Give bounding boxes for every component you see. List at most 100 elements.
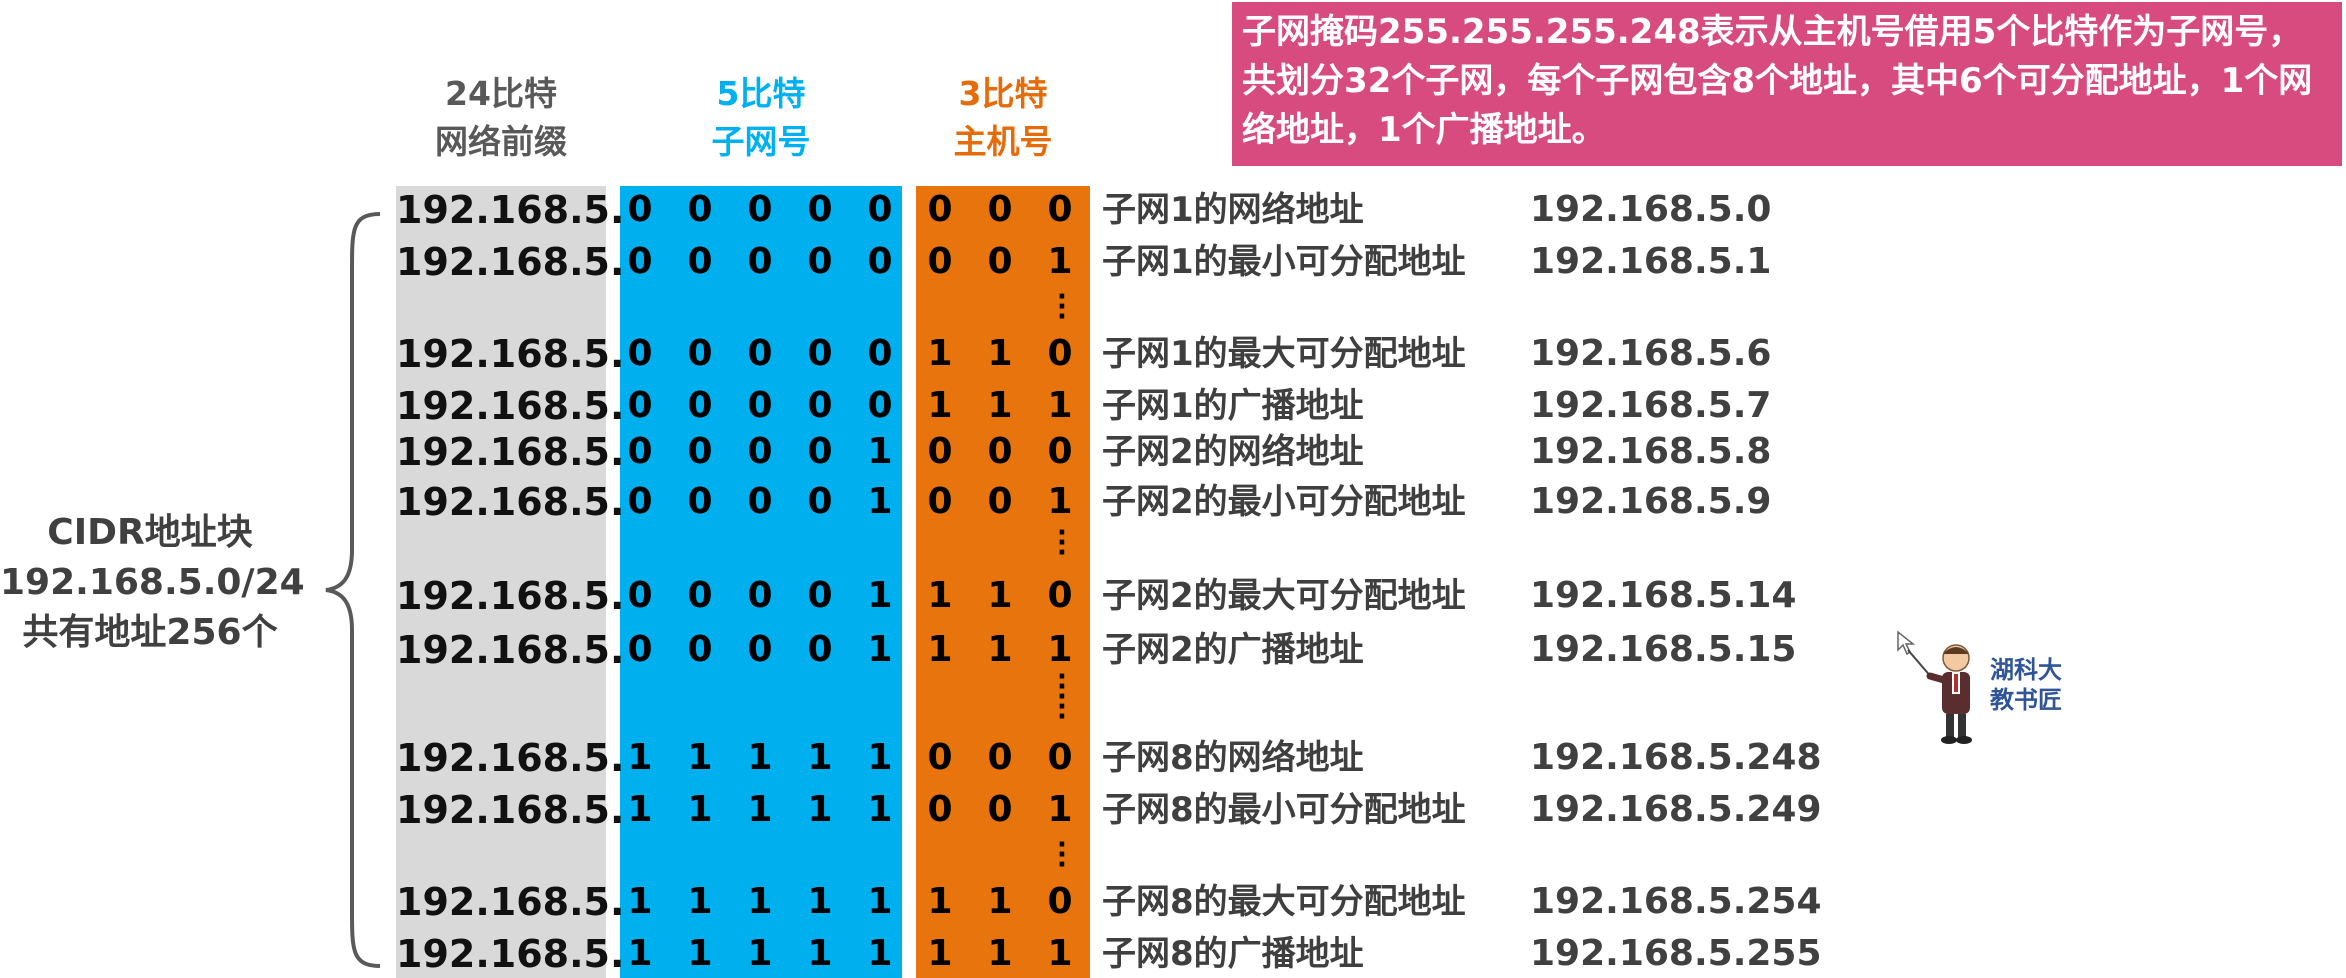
address-description: 子网8的最大可分配地址 bbox=[1102, 882, 1466, 922]
host-bit: 0 bbox=[927, 481, 953, 522]
ip-address: 192.168.5.9 bbox=[1530, 481, 1772, 522]
host-bit: 0 bbox=[1047, 737, 1073, 778]
subnet-bit: 0 bbox=[687, 241, 713, 282]
ip-address: 192.168.5.6 bbox=[1530, 333, 1772, 374]
subnet-bit: 1 bbox=[687, 737, 713, 778]
subnet-bit: 1 bbox=[687, 789, 713, 830]
network-prefix: 192.168.5. bbox=[396, 384, 625, 428]
address-row: 192.168.5. 0 0 0 0 0 1 1 0 子网1的最大可分配地址 192.168.5.6 bbox=[0, 330, 2346, 378]
host-bit: 0 bbox=[987, 737, 1013, 778]
subnet-bit: 0 bbox=[687, 629, 713, 670]
subnet-bit: 0 bbox=[627, 333, 653, 374]
ip-address: 192.168.5.249 bbox=[1530, 789, 1822, 830]
subnet-bit: 1 bbox=[867, 789, 893, 830]
subnet-bit: 1 bbox=[807, 789, 833, 830]
subnet-bit: 0 bbox=[627, 431, 653, 472]
subnet-bit: 0 bbox=[807, 189, 833, 230]
ip-address: 192.168.5.255 bbox=[1530, 933, 1822, 974]
host-bit: 0 bbox=[1047, 575, 1073, 616]
subnet-bit: 0 bbox=[627, 241, 653, 282]
network-prefix: 192.168.5. bbox=[396, 240, 625, 284]
subnet-bit: 1 bbox=[867, 575, 893, 616]
host-bit: 1 bbox=[1047, 789, 1073, 830]
ip-address: 192.168.5.14 bbox=[1530, 575, 1797, 616]
subnet-bit: 0 bbox=[687, 575, 713, 616]
prefix-header-label: 网络前缀 bbox=[435, 122, 567, 161]
subnet-bit: 1 bbox=[687, 933, 713, 974]
network-prefix: 192.168.5. bbox=[396, 880, 625, 924]
subnet-bit: 1 bbox=[807, 933, 833, 974]
subnet-bit: 0 bbox=[867, 385, 893, 426]
address-description: 子网2的网络地址 bbox=[1102, 432, 1364, 472]
host-bit: 0 bbox=[1047, 431, 1073, 472]
address-description: 子网8的广播地址 bbox=[1102, 934, 1364, 974]
subnet-mask-note: 子网掩码255.255.255.248表示从主机号借用5个比特作为子网号，共划分… bbox=[1232, 2, 2342, 166]
network-prefix: 192.168.5. bbox=[396, 430, 625, 474]
host-bit: 1 bbox=[987, 881, 1013, 922]
subnet-bit: 0 bbox=[747, 241, 773, 282]
address-description: 子网8的最小可分配地址 bbox=[1102, 790, 1466, 830]
host-bit: 1 bbox=[927, 629, 953, 670]
host-bit: 0 bbox=[987, 481, 1013, 522]
ip-address: 192.168.5.0 bbox=[1530, 189, 1772, 230]
prefix-header-bits: 24比特 bbox=[445, 74, 557, 113]
host-bit: 0 bbox=[927, 431, 953, 472]
subnet-bit: 0 bbox=[627, 385, 653, 426]
host-bit: 0 bbox=[1047, 189, 1073, 230]
address-description: 子网1的网络地址 bbox=[1102, 190, 1364, 230]
subnet-bit: 1 bbox=[627, 737, 653, 778]
address-row: 192.168.5. 0 0 0 0 1 1 1 0 子网2的最大可分配地址 192.168.5.1… bbox=[0, 572, 2346, 620]
subnet-bit: 0 bbox=[747, 575, 773, 616]
host-bit: 1 bbox=[1047, 933, 1073, 974]
subnet-bit: 0 bbox=[807, 333, 833, 374]
subnet-bit: 1 bbox=[807, 881, 833, 922]
subnet-bit: 0 bbox=[627, 481, 653, 522]
subnet-bit: 1 bbox=[747, 789, 773, 830]
host-bit: 1 bbox=[987, 933, 1013, 974]
address-description: 子网2的最小可分配地址 bbox=[1102, 482, 1466, 522]
subnet-bit: 0 bbox=[747, 385, 773, 426]
subnet-bit: 1 bbox=[867, 481, 893, 522]
network-prefix: 192.168.5. bbox=[396, 736, 625, 780]
subnet-bit: 1 bbox=[687, 881, 713, 922]
ip-address: 192.168.5.1 bbox=[1530, 241, 1772, 282]
address-description: 子网2的广播地址 bbox=[1102, 630, 1364, 670]
ip-address: 192.168.5.248 bbox=[1530, 737, 1822, 778]
network-prefix: 192.168.5. bbox=[396, 628, 625, 672]
subnet-bit: 0 bbox=[747, 189, 773, 230]
logo-line-2: 教书匠 bbox=[1990, 686, 2062, 714]
address-description: 子网1的最小可分配地址 bbox=[1102, 242, 1466, 282]
subnet-bit: 0 bbox=[747, 431, 773, 472]
channel-logo: 湖科大 教书匠 bbox=[1990, 655, 2062, 715]
subnet-bit: 0 bbox=[687, 481, 713, 522]
host-bit: 1 bbox=[1047, 385, 1073, 426]
subnet-bit: 0 bbox=[867, 241, 893, 282]
subnet-header-label: 子网号 bbox=[711, 122, 811, 161]
host-bit: 1 bbox=[987, 333, 1013, 374]
host-bit: 1 bbox=[927, 333, 953, 374]
host-bit: 0 bbox=[1047, 333, 1073, 374]
subnet-bit: 1 bbox=[807, 737, 833, 778]
host-bit: 0 bbox=[987, 189, 1013, 230]
subnet-bit: 0 bbox=[747, 629, 773, 670]
host-header-bits: 3比特 bbox=[958, 74, 1048, 113]
host-bit: 0 bbox=[927, 189, 953, 230]
address-row: 192.168.5. 1 1 1 1 1 1 1 1 子网8的广播地址 192.168.5.255 bbox=[0, 930, 2346, 978]
subnet-bit: 1 bbox=[747, 737, 773, 778]
host-bit: 1 bbox=[927, 881, 953, 922]
subnet-header-bits: 5比特 bbox=[716, 74, 806, 113]
ip-address: 192.168.5.254 bbox=[1530, 881, 1822, 922]
host-bit: 0 bbox=[927, 789, 953, 830]
address-row: 192.168.5. 0 0 0 0 1 0 0 0 子网2的网络地址 192.168.5.8 bbox=[0, 428, 2346, 476]
subnet-bit: 0 bbox=[747, 481, 773, 522]
subnet-bit: 0 bbox=[687, 189, 713, 230]
subnet-bit: 0 bbox=[807, 575, 833, 616]
host-bit: 1 bbox=[927, 385, 953, 426]
prefix-header: 24比特 网络前缀 bbox=[396, 70, 606, 166]
host-bit: 1 bbox=[987, 575, 1013, 616]
subnet-header: 5比特 子网号 bbox=[620, 70, 902, 166]
ip-address: 192.168.5.8 bbox=[1530, 431, 1772, 472]
address-row: 192.168.5. 1 1 1 1 1 0 0 1 子网8的最小可分配地址 192.168.5.2… bbox=[0, 786, 2346, 834]
address-row: 192.168.5. 1 1 1 1 1 1 1 0 子网8的最大可分配地址 192.168.5.2… bbox=[0, 878, 2346, 926]
subnet-bit: 0 bbox=[807, 431, 833, 472]
